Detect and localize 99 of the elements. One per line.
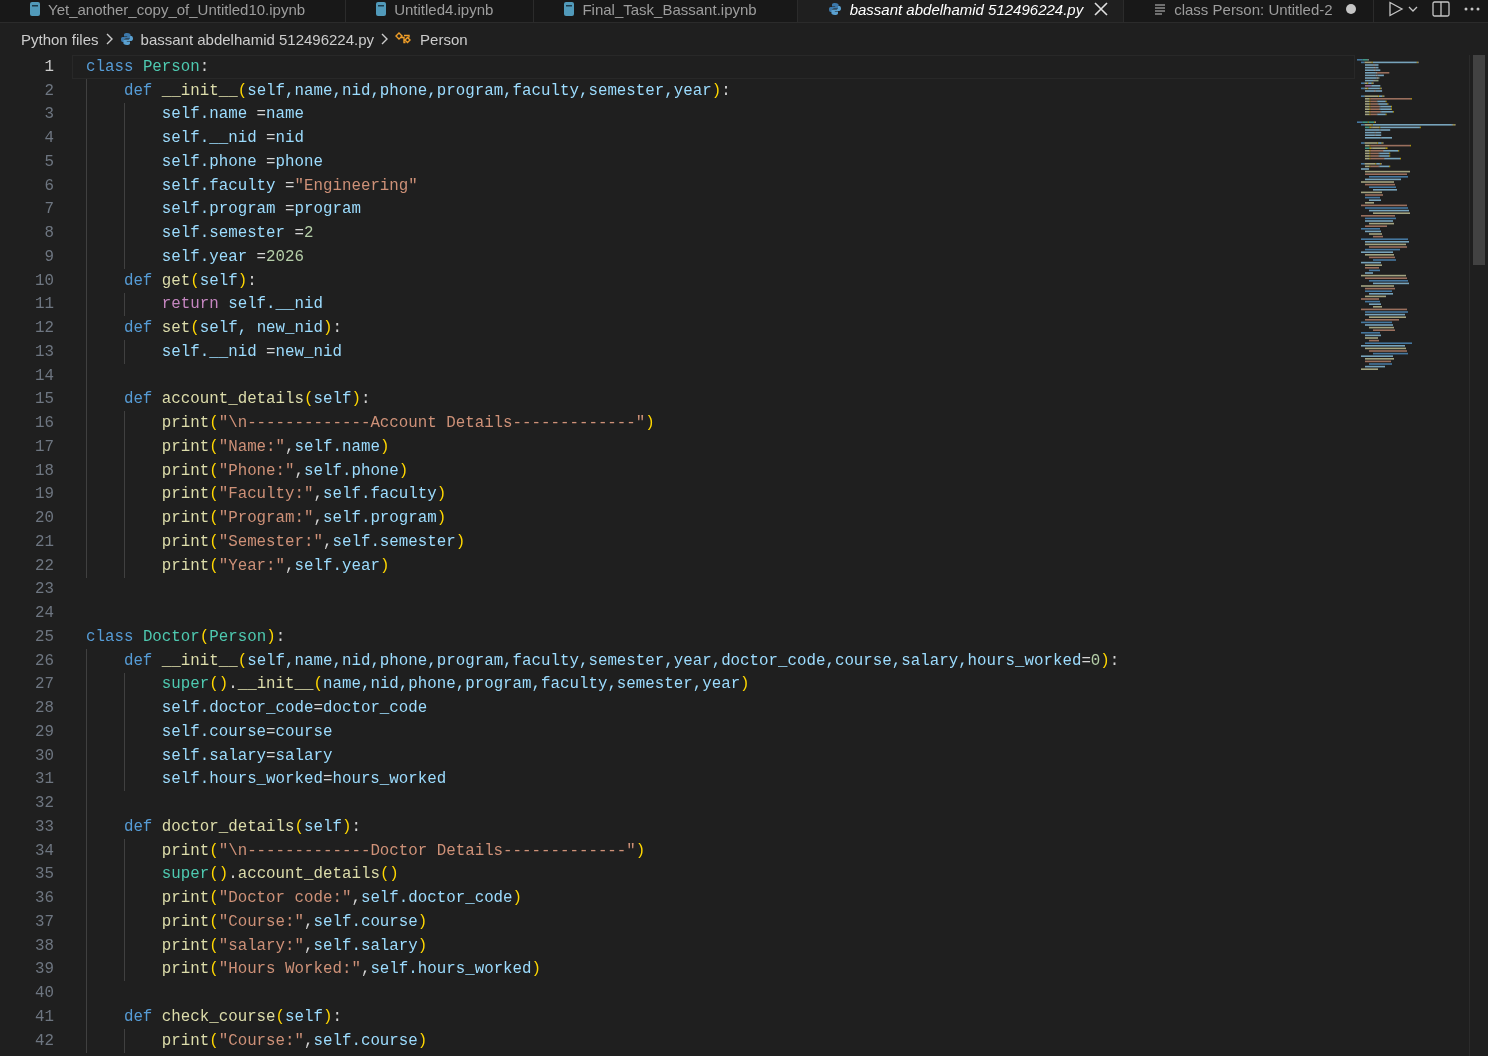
code-line: def account_details(self): (123, 390, 371, 409)
code-line: super().__init__(name,nid,phone,program,faculty,semester,year) (161, 675, 750, 694)
line-number: 4 (43, 129, 54, 148)
line-number: 34 (34, 841, 54, 860)
code-line: return self.__nid (161, 295, 323, 314)
close-icon[interactable] (1094, 2, 1109, 16)
chevron-icon (380, 33, 390, 45)
code-line: print("Name:",self.name) (161, 437, 390, 456)
line-number: 15 (34, 390, 54, 409)
line-number: 41 (34, 1007, 54, 1026)
breadcrumb-item[interactable]: bassant abdelhamid 512496224.py (140, 30, 375, 48)
code-line: print("Course:",self.course) (161, 1031, 428, 1050)
code-line: self.doctor_code=doctor_code (161, 699, 428, 718)
python-icon (119, 32, 134, 46)
code-line: print("Course:",self.course) (161, 912, 428, 931)
line-number: 6 (43, 176, 54, 195)
chevron-icon (104, 33, 114, 45)
code-line: print("\n-------------Account Details-------------") (161, 414, 655, 433)
line-number: 28 (34, 699, 54, 718)
line-number: 25 (34, 627, 54, 646)
code-line: def __init__(self,name,nid,phone,program,faculty,semester,year): (123, 81, 731, 100)
line-number: 32 (34, 794, 54, 813)
code-line: print("Hours Worked:",self.hours_worked) (161, 960, 542, 979)
line-number: 2 (43, 81, 54, 100)
code-line: def __init__(self,name,nid,phone,program,faculty,semester,year,doctor_code,course,salary,hours_worked=0): (123, 651, 1120, 670)
code-line: print("Faculty:",self.faculty) (161, 485, 447, 504)
code-line: self.__nid =nid (161, 129, 305, 148)
code-line: self.semester =2 (161, 224, 314, 243)
line-number: 21 (34, 532, 54, 551)
scrollbar-thumb[interactable] (1473, 55, 1485, 265)
code-line: self.year =2026 (161, 247, 305, 266)
notebook-icon (564, 2, 575, 16)
more-icon[interactable] (1463, 7, 1480, 11)
python-icon (827, 2, 842, 16)
line-number: 13 (34, 342, 54, 361)
line-number: 42 (34, 1031, 54, 1050)
line-number: 33 (34, 817, 54, 836)
line-number: 18 (34, 461, 54, 480)
code-line: class Doctor(Person): (86, 627, 286, 646)
caret-icon[interactable] (1407, 5, 1418, 13)
code-line: self.faculty ="Engineering" (161, 176, 418, 195)
line-number: 36 (34, 889, 54, 908)
line-number: 30 (34, 746, 54, 765)
code-line: print("Program:",self.program) (161, 509, 447, 528)
code-line: print("Phone:",self.phone) (161, 461, 409, 480)
code-line: def set(self, new_nid): (123, 319, 342, 338)
line-number: 11 (34, 295, 54, 314)
line-number: 19 (34, 485, 54, 504)
breadcrumb-item[interactable]: Python files (21, 30, 99, 48)
code-line: print("\n-------------Doctor Details-------------") (161, 841, 646, 860)
code-line: self.name =name (161, 105, 305, 124)
line-number: 29 (34, 722, 54, 741)
code-line: print("Doctor code:",self.doctor_code) (161, 889, 523, 908)
code-line: def doctor_details(self): (123, 817, 361, 836)
line-number: 35 (34, 865, 54, 884)
line-number: 7 (43, 200, 54, 219)
line-number: 9 (43, 247, 54, 266)
notebook-icon (376, 2, 387, 16)
code-line: super().account_details() (161, 865, 399, 884)
scrollbar[interactable] (1469, 55, 1488, 1056)
line-number: 10 (34, 271, 54, 290)
line-number: 24 (34, 604, 54, 623)
line-number: 22 (34, 556, 54, 575)
line-number: 23 (34, 580, 54, 599)
split-editor-icon[interactable] (1431, 1, 1450, 17)
line-number: 3 (43, 105, 54, 124)
lines-icon (1154, 3, 1167, 15)
breadcrumb-item[interactable]: Person (420, 30, 468, 48)
code-line: print("Year:",self.year) (161, 556, 390, 575)
line-number: 37 (34, 912, 54, 931)
line-number: 31 (34, 770, 54, 789)
code-line: def check_course(self): (123, 1007, 342, 1026)
line-number: 20 (34, 509, 54, 528)
line-number: 12 (34, 319, 54, 338)
line-number: 16 (34, 414, 54, 433)
line-number: 5 (43, 152, 54, 171)
line-number: 27 (34, 675, 54, 694)
line-number: 26 (34, 651, 54, 670)
line-number: 40 (34, 984, 54, 1003)
line-number: 14 (34, 366, 54, 385)
line-number: 39 (34, 960, 54, 979)
line-number: 17 (34, 437, 54, 456)
code-line: self.program =program (161, 200, 361, 219)
editor-tab[interactable]: bassant abdelhamid 512496224.py (797, 0, 1125, 22)
notebook-icon (30, 2, 40, 16)
code-line: self.phone =phone (161, 152, 323, 171)
code-line: self.hours_worked=hours_worked (161, 770, 447, 789)
code-line: print("Semester:",self.semester) (161, 532, 466, 551)
run-icon[interactable] (1387, 1, 1404, 17)
code-line: print("salary:",self.salary) (161, 936, 428, 955)
code-line: self.__nid =new_nid (161, 342, 342, 361)
line-number: 1 (43, 57, 54, 76)
code-line: self.salary=salary (161, 746, 333, 765)
line-number: 8 (43, 224, 54, 243)
unsaved-dot-icon (1345, 4, 1356, 14)
code-line: self.course=course (161, 722, 333, 741)
code-line: def get(self): (123, 271, 257, 290)
code-line: class Person: (86, 57, 210, 76)
line-number: 38 (34, 936, 54, 955)
